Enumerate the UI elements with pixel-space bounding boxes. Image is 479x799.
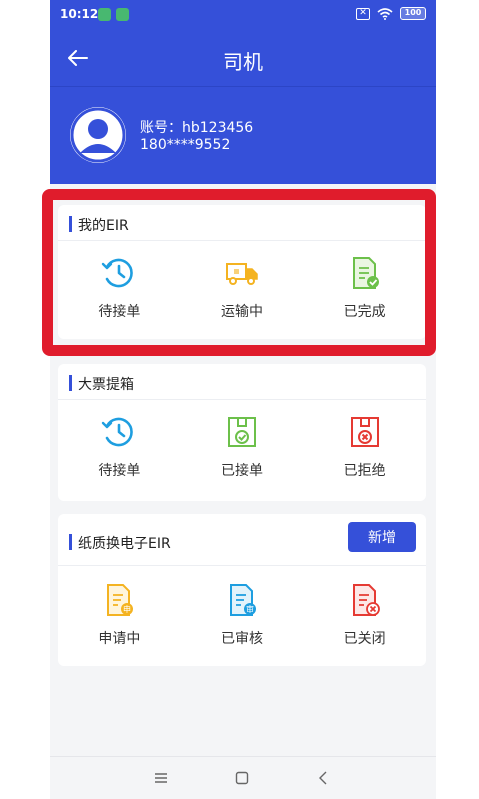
big-ticket-card: 大票提箱 待接单 已接单 已拒绝 (58, 364, 426, 501)
paper-eir-applying[interactable]: 申 申请中 (58, 582, 181, 648)
card-header: 纸质换电子EIR 新增 (58, 514, 426, 566)
document-review-icon: 审 (230, 584, 256, 616)
item-label: 已审核 (221, 631, 263, 647)
sim-off-icon: ✕ (356, 7, 370, 20)
item-label: 待接单 (98, 463, 141, 479)
battery-icon: 100 (400, 7, 426, 20)
clock-refresh-icon (102, 417, 134, 447)
add-button[interactable]: 新增 (348, 522, 416, 552)
menu-button[interactable] (149, 767, 173, 789)
section-title: 大票提箱 (78, 377, 134, 393)
item-label: 申请中 (98, 631, 141, 647)
phone-screen: 10:12 ✕ 100 司机 账号：hb123456 180****9552 我… (50, 0, 436, 799)
big-ticket-accepted[interactable]: 已接单 (181, 414, 304, 480)
big-ticket-items: 待接单 已接单 已拒绝 (58, 414, 426, 480)
paper-eir-closed[interactable]: 已关闭 (303, 582, 426, 648)
box-reject-icon (350, 417, 379, 447)
document-apply-icon: 申 (107, 584, 134, 616)
square-icon (235, 771, 249, 785)
paper-eir-items: 申 申请中 审 已审核 已关闭 (58, 582, 426, 648)
system-nav-bar (50, 756, 436, 799)
nav-back-button[interactable] (311, 767, 335, 789)
item-label: 已拒绝 (343, 463, 386, 479)
chevron-left-icon (319, 771, 327, 785)
phone-number: 180****9552 (140, 137, 231, 153)
app-bar: 司机 (50, 30, 436, 86)
status-icons: ✕ 100 (356, 7, 426, 20)
item-label: 已接单 (221, 463, 263, 479)
highlight-frame (42, 189, 436, 356)
app-notification-icon (116, 8, 129, 21)
account-id: 账号：hb123456 (140, 120, 254, 136)
avatar[interactable] (70, 107, 126, 163)
card-header: 大票提箱 (58, 364, 426, 400)
paper-eir-card: 纸质换电子EIR 新增 申 申请中 审 已审核 已关闭 (58, 514, 426, 666)
section-title: 纸质换电子EIR (78, 536, 171, 552)
home-button[interactable] (230, 767, 254, 789)
status-bar: 10:12 ✕ 100 (50, 0, 436, 30)
app-notification-icon (98, 8, 111, 21)
section-marker (69, 534, 72, 550)
box-check-icon (228, 417, 256, 447)
section-marker (69, 375, 72, 391)
big-ticket-rejected[interactable]: 已拒绝 (303, 414, 426, 480)
wifi-icon (377, 7, 393, 20)
status-time: 10:12 (60, 7, 99, 21)
svg-text:审: 审 (246, 604, 254, 614)
user-icon (70, 107, 126, 163)
paper-eir-reviewed[interactable]: 审 已审核 (181, 582, 304, 648)
profile-header: 账号：hb123456 180****9552 (50, 86, 436, 184)
item-label: 已关闭 (343, 631, 386, 647)
menu-icon (155, 773, 167, 783)
big-ticket-pending[interactable]: 待接单 (58, 414, 181, 480)
page-title: 司机 (223, 50, 263, 74)
svg-text:申: 申 (123, 604, 131, 614)
document-closed-icon (352, 584, 380, 616)
